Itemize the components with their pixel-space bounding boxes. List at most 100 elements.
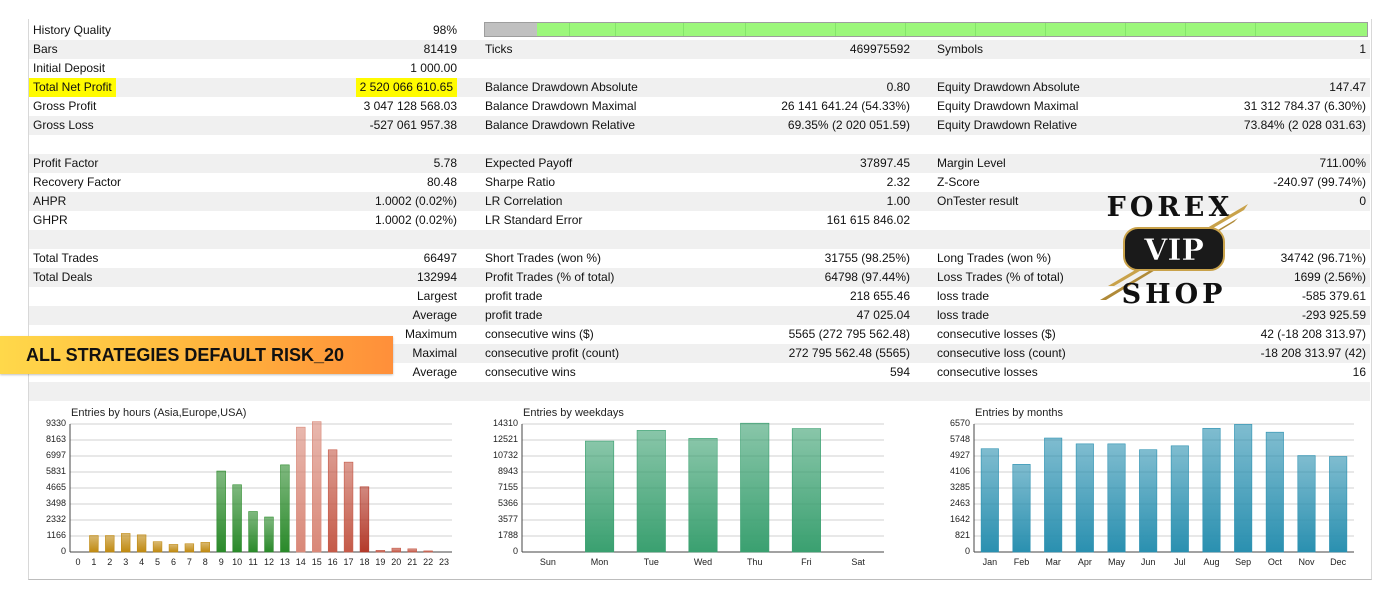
stat-value: 1.00	[886, 194, 910, 208]
stat-label: LR Standard Error	[485, 213, 583, 227]
y-tick-label: 5831	[45, 466, 66, 476]
chart-bar-12	[264, 516, 274, 553]
y-tick-label: 14310	[492, 418, 518, 428]
y-tick-label: 9330	[45, 418, 66, 428]
y-tick-label: 0	[60, 546, 66, 556]
chart-bar-Feb	[1012, 464, 1031, 553]
history-quality-segment	[683, 23, 684, 36]
chart-bar-4	[136, 534, 147, 553]
stat-label: loss trade	[937, 289, 990, 303]
stat-label: consecutive wins	[485, 365, 576, 379]
chart-bar-5	[152, 541, 163, 553]
stats-row: Gross Profit 3 047 128 568.03 Balance Draw…	[29, 97, 1370, 116]
x-tick-label: 23	[439, 557, 450, 567]
stat-label: Balance Drawdown Absolute	[485, 80, 638, 94]
stat-label: consecutive losses	[937, 365, 1038, 379]
stat-value: -293 925.59	[1301, 308, 1366, 322]
chart-bar-22	[423, 550, 433, 553]
stat-label: Long Trades (won %)	[937, 251, 1052, 265]
chart-title: Entries by months	[975, 407, 1064, 419]
stat-label: profit trade	[485, 308, 543, 322]
chart-bar-Dec	[1329, 456, 1348, 553]
stats-row: Total Net Profit 2 520 066 610.65 Balance …	[29, 78, 1370, 97]
chart-plot	[521, 422, 884, 553]
chart-bar-1	[89, 535, 99, 553]
stat-value: 16	[1352, 365, 1366, 379]
history-quality-segment	[1125, 23, 1126, 36]
chart-bar-3	[121, 533, 131, 553]
stat-value: -18 208 313.97 (42)	[1260, 346, 1366, 360]
history-quality-segment	[835, 23, 836, 36]
stat-value: 80.48	[426, 175, 457, 189]
stat-value: 272 795 562.48 (5565)	[788, 346, 910, 360]
x-tick-label: Mon	[590, 557, 609, 567]
stat-value: 3 047 128 568.03	[363, 99, 457, 113]
stat-value: 161 615 846.02	[826, 213, 910, 227]
chart-bar-14	[296, 426, 306, 553]
stat-label: Recovery Factor	[33, 175, 122, 189]
y-tick-label: 8163	[45, 434, 66, 444]
y-tick-label: 4927	[949, 450, 970, 460]
chart-bar-6	[168, 544, 179, 553]
stat-value: 26 141 641.24 (54.33%)	[781, 99, 910, 113]
chart-bar-Nov	[1297, 455, 1316, 553]
stat-label: Profit Factor	[33, 156, 99, 170]
stat-label: Profit Trades (% of total)	[485, 270, 615, 284]
chart-bar-10	[232, 484, 242, 553]
chart-bar-17	[343, 461, 354, 553]
strategy-banner: ALL STRATEGIES DEFAULT RISK_20	[0, 336, 393, 374]
y-tick-label: 2463	[949, 498, 970, 508]
chart-bar-Aug	[1202, 427, 1221, 553]
chart-bar-16	[327, 449, 338, 553]
history-quality-label: History Quality	[33, 23, 112, 37]
y-tick-label: 1166	[46, 530, 66, 540]
chart-title: Entries by hours (Asia,Europe,USA)	[71, 407, 247, 419]
stat-label: Z-Score	[937, 175, 980, 189]
chart-bar-Mon	[585, 440, 615, 553]
chart-bar-8	[200, 542, 210, 553]
stat-value: 42 (-18 208 313.97)	[1260, 327, 1366, 341]
y-tick-label: 6997	[45, 450, 66, 460]
stat-label: Loss Trades (% of total)	[937, 270, 1064, 284]
stat-value: 711.00%	[1319, 156, 1366, 170]
stat-label: Initial Deposit	[33, 61, 106, 75]
stat-value: 594	[889, 365, 910, 379]
stat-value: 218 655.46	[849, 289, 910, 303]
y-tick-label: 10732	[492, 450, 518, 460]
history-quality-segment	[615, 23, 616, 36]
chart-bar-13	[280, 464, 290, 553]
x-tick-label: Thu	[746, 557, 763, 567]
stat-value: 31 312 784.37 (6.30%)	[1243, 99, 1366, 113]
history-quality-bar	[484, 22, 1368, 37]
chart-bar-21	[407, 548, 417, 553]
stat-value: 47 025.04	[856, 308, 910, 322]
history-quality-value: 98%	[432, 23, 457, 37]
chart-bar-Thu	[740, 422, 770, 553]
stat-label: consecutive profit (count)	[485, 346, 620, 360]
stat-value: 0	[1359, 194, 1366, 208]
stat-value: -240.97 (99.74%)	[1273, 175, 1366, 189]
stat-value: 81419	[423, 42, 457, 56]
stat-label: GHPR	[33, 213, 68, 227]
stat-label: Total Net Profit	[29, 78, 116, 97]
stat-label: Equity Drawdown Relative	[937, 118, 1078, 132]
chart-bar-18	[359, 486, 370, 553]
stat-label: AHPR	[33, 194, 67, 208]
stats-row: Gross Loss -527 061 957.38 Balance Drawdow…	[29, 116, 1370, 135]
stat-value: 34742 (96.71%)	[1280, 251, 1366, 265]
stat-label: Balance Drawdown Relative	[485, 118, 636, 132]
history-quality-segment	[745, 23, 746, 36]
y-tick-label: 3498	[45, 498, 66, 508]
x-tick-label: Feb	[1013, 557, 1030, 567]
stat-label: OnTester result	[937, 194, 1019, 208]
y-tick-label: 8943	[497, 466, 518, 476]
chart-bar-Apr	[1075, 443, 1094, 553]
x-tick-label: Aug	[1203, 557, 1220, 567]
chart-bar-7	[184, 543, 195, 553]
stats-row: Initial Deposit 1 000.00	[29, 59, 1370, 78]
chart-bar-19	[375, 550, 386, 553]
y-tick-label: 6570	[949, 418, 970, 428]
chart-bar-Jan	[980, 448, 999, 553]
chart-bar-11	[248, 511, 258, 553]
stat-label: Balance Drawdown Maximal	[485, 99, 637, 113]
